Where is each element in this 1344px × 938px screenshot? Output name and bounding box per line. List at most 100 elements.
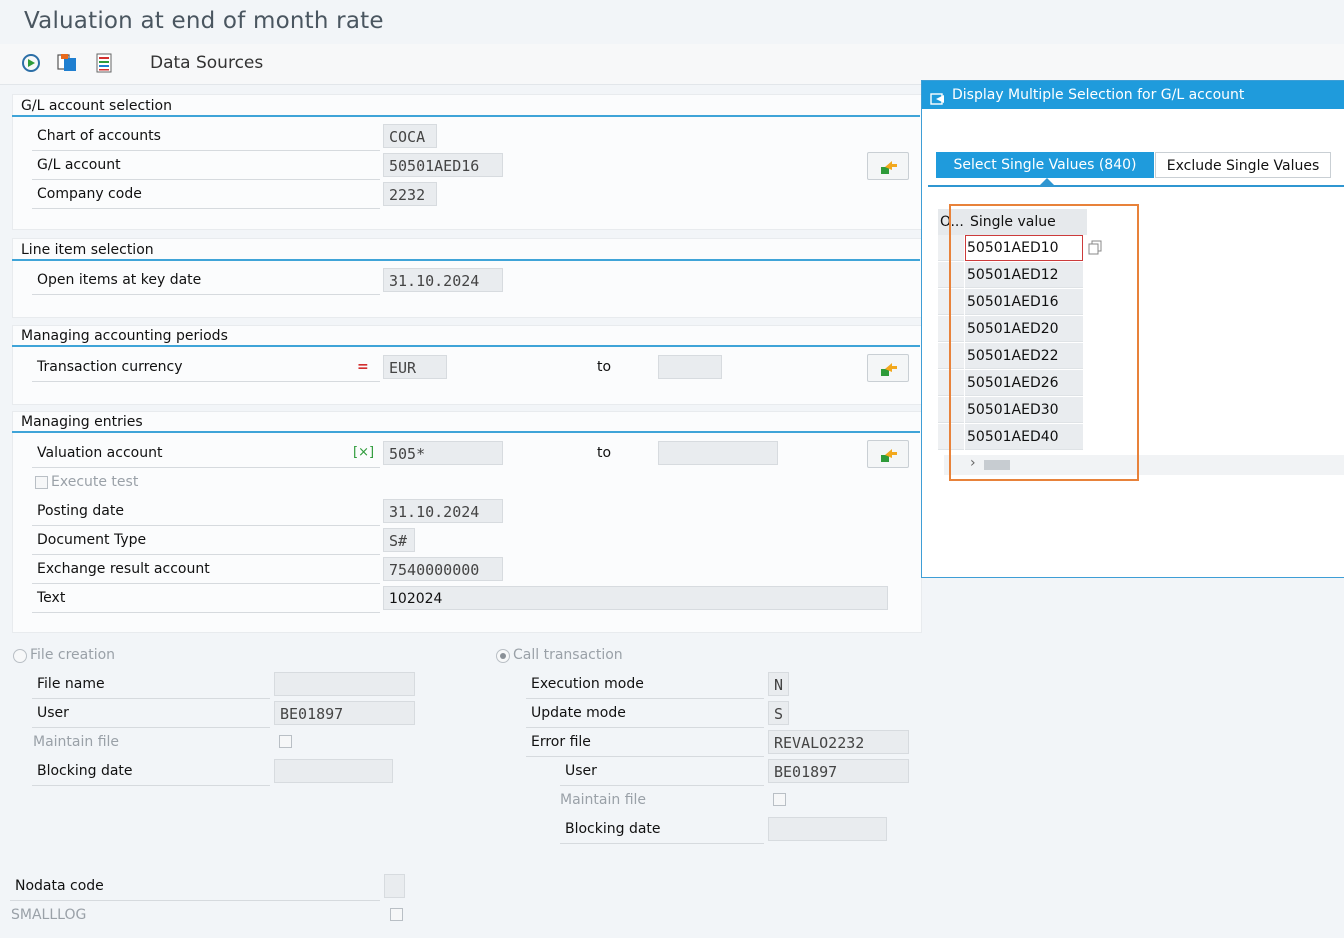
copy-variant-icon[interactable] xyxy=(56,52,78,74)
error-file-field[interactable]: REVALO2232 xyxy=(768,730,909,754)
fc-blocking-date-field[interactable] xyxy=(274,759,393,783)
file-creation-label: File creation xyxy=(30,647,116,663)
group-title-gl: G/L account selection xyxy=(21,98,172,114)
group-divider xyxy=(12,345,920,347)
text-field[interactable]: 102024 xyxy=(383,586,888,610)
label-underline xyxy=(32,467,380,468)
file-name-label: File name xyxy=(37,676,105,692)
error-file-label: Error file xyxy=(531,734,591,750)
posting-date-field[interactable]: 31.10.2024 xyxy=(383,499,503,523)
execute-icon[interactable] xyxy=(20,52,42,74)
ct-blocking-date-field[interactable] xyxy=(768,817,887,841)
label-underline xyxy=(526,727,764,728)
smalllog-label: SMALLLOG xyxy=(11,907,87,923)
update-mode-field[interactable]: S xyxy=(768,701,789,725)
exchange-result-label: Exchange result account xyxy=(37,561,210,577)
include-operator-icon[interactable]: [×] xyxy=(353,445,374,460)
chart-of-accounts-label: Chart of accounts xyxy=(37,128,161,144)
open-items-date-field[interactable]: 31.10.2024 xyxy=(383,268,503,292)
label-underline xyxy=(32,150,380,151)
call-transaction-label: Call transaction xyxy=(513,647,623,663)
valuation-to-field[interactable] xyxy=(658,441,778,465)
label-underline xyxy=(32,554,380,555)
posting-date-label: Posting date xyxy=(37,503,124,519)
list-icon[interactable] xyxy=(94,52,116,74)
ct-maintain-file-label: Maintain file xyxy=(560,792,647,808)
transaction-currency-label: Transaction currency xyxy=(37,359,183,375)
execution-mode-field[interactable]: N xyxy=(768,672,789,696)
fc-blocking-date-label: Blocking date xyxy=(37,763,133,779)
valuation-account-label: Valuation account xyxy=(37,445,163,461)
multiple-selection-icon xyxy=(881,161,897,174)
fc-user-label: User xyxy=(37,705,69,721)
call-transaction-radio[interactable] xyxy=(496,649,510,663)
ct-user-label: User xyxy=(565,763,597,779)
multiple-selection-icon xyxy=(881,363,897,376)
ct-maintain-file-checkbox[interactable] xyxy=(773,793,786,806)
group-divider xyxy=(12,259,920,261)
text-label: Text xyxy=(37,590,66,606)
label-underline xyxy=(526,756,764,757)
label-underline xyxy=(32,698,270,699)
tab-underline xyxy=(928,185,1344,187)
ct-user-field[interactable]: BE01897 xyxy=(768,759,909,783)
multiple-selection-icon xyxy=(881,449,897,462)
group-divider xyxy=(12,115,920,117)
label-underline xyxy=(32,583,380,584)
update-mode-label: Update mode xyxy=(531,705,626,721)
label-underline xyxy=(32,179,380,180)
group-title-line: Line item selection xyxy=(21,242,154,258)
group-title-entries: Managing entries xyxy=(21,414,143,430)
currency-multiple-selection-button[interactable] xyxy=(867,354,909,382)
group-divider xyxy=(12,431,920,433)
execute-test-label: Execute test xyxy=(51,474,139,490)
exchange-result-field[interactable]: 7540000000 xyxy=(383,557,503,581)
ct-blocking-date-label: Blocking date xyxy=(565,821,661,837)
gl-account-label: G/L account xyxy=(37,157,121,173)
label-underline xyxy=(32,208,380,209)
chart-of-accounts-field[interactable]: COCA xyxy=(383,124,437,148)
active-tab-pointer xyxy=(1040,178,1054,185)
open-items-label: Open items at key date xyxy=(37,272,202,288)
dialog-title-bar: Display Multiple Selection for G/L accou… xyxy=(922,81,1344,109)
execute-test-checkbox[interactable] xyxy=(35,476,48,489)
smalllog-checkbox[interactable] xyxy=(390,908,403,921)
nodata-code-label: Nodata code xyxy=(15,878,104,894)
label-underline xyxy=(560,785,764,786)
tab-select-single-values[interactable]: Select Single Values (840) xyxy=(936,152,1154,178)
fc-user-field[interactable]: BE01897 xyxy=(274,701,415,725)
highlight-annotation xyxy=(949,204,1139,481)
execution-mode-label: Execution mode xyxy=(531,676,644,692)
fc-maintain-file-label: Maintain file xyxy=(33,734,120,750)
label-underline xyxy=(32,525,380,526)
equals-operator-icon[interactable]: = xyxy=(357,359,369,375)
gl-multiple-selection-button[interactable] xyxy=(867,152,909,180)
document-type-field[interactable]: S# xyxy=(383,528,415,552)
page-title: Valuation at end of month rate xyxy=(24,8,384,34)
label-underline xyxy=(560,843,764,844)
company-code-field[interactable]: 2232 xyxy=(383,182,437,206)
document-type-label: Document Type xyxy=(37,532,147,548)
gl-account-field[interactable]: 50501AED16 xyxy=(383,153,503,177)
label-underline xyxy=(32,612,380,613)
currency-to-label: to xyxy=(597,359,612,375)
file-creation-radio[interactable] xyxy=(13,649,27,663)
valuation-account-field[interactable]: 505* xyxy=(383,441,503,465)
label-underline xyxy=(32,381,380,382)
display-icon xyxy=(930,88,946,116)
fc-maintain-file-checkbox[interactable] xyxy=(279,735,292,748)
file-name-field[interactable] xyxy=(274,672,415,696)
data-sources-button[interactable]: Data Sources xyxy=(150,53,263,73)
tab-exclude-single-values[interactable]: Exclude Single Values xyxy=(1155,152,1331,178)
currency-to-field[interactable] xyxy=(658,355,722,379)
label-underline xyxy=(32,294,380,295)
valuation-multiple-selection-button[interactable] xyxy=(867,440,909,468)
transaction-currency-field[interactable]: EUR xyxy=(383,355,447,379)
valuation-to-label: to xyxy=(597,445,612,461)
label-underline xyxy=(526,698,764,699)
company-code-label: Company code xyxy=(37,186,142,202)
label-underline xyxy=(10,900,380,901)
label-underline xyxy=(32,785,270,786)
nodata-code-field[interactable] xyxy=(384,874,405,898)
dialog-title: Display Multiple Selection for G/L accou… xyxy=(952,87,1245,103)
